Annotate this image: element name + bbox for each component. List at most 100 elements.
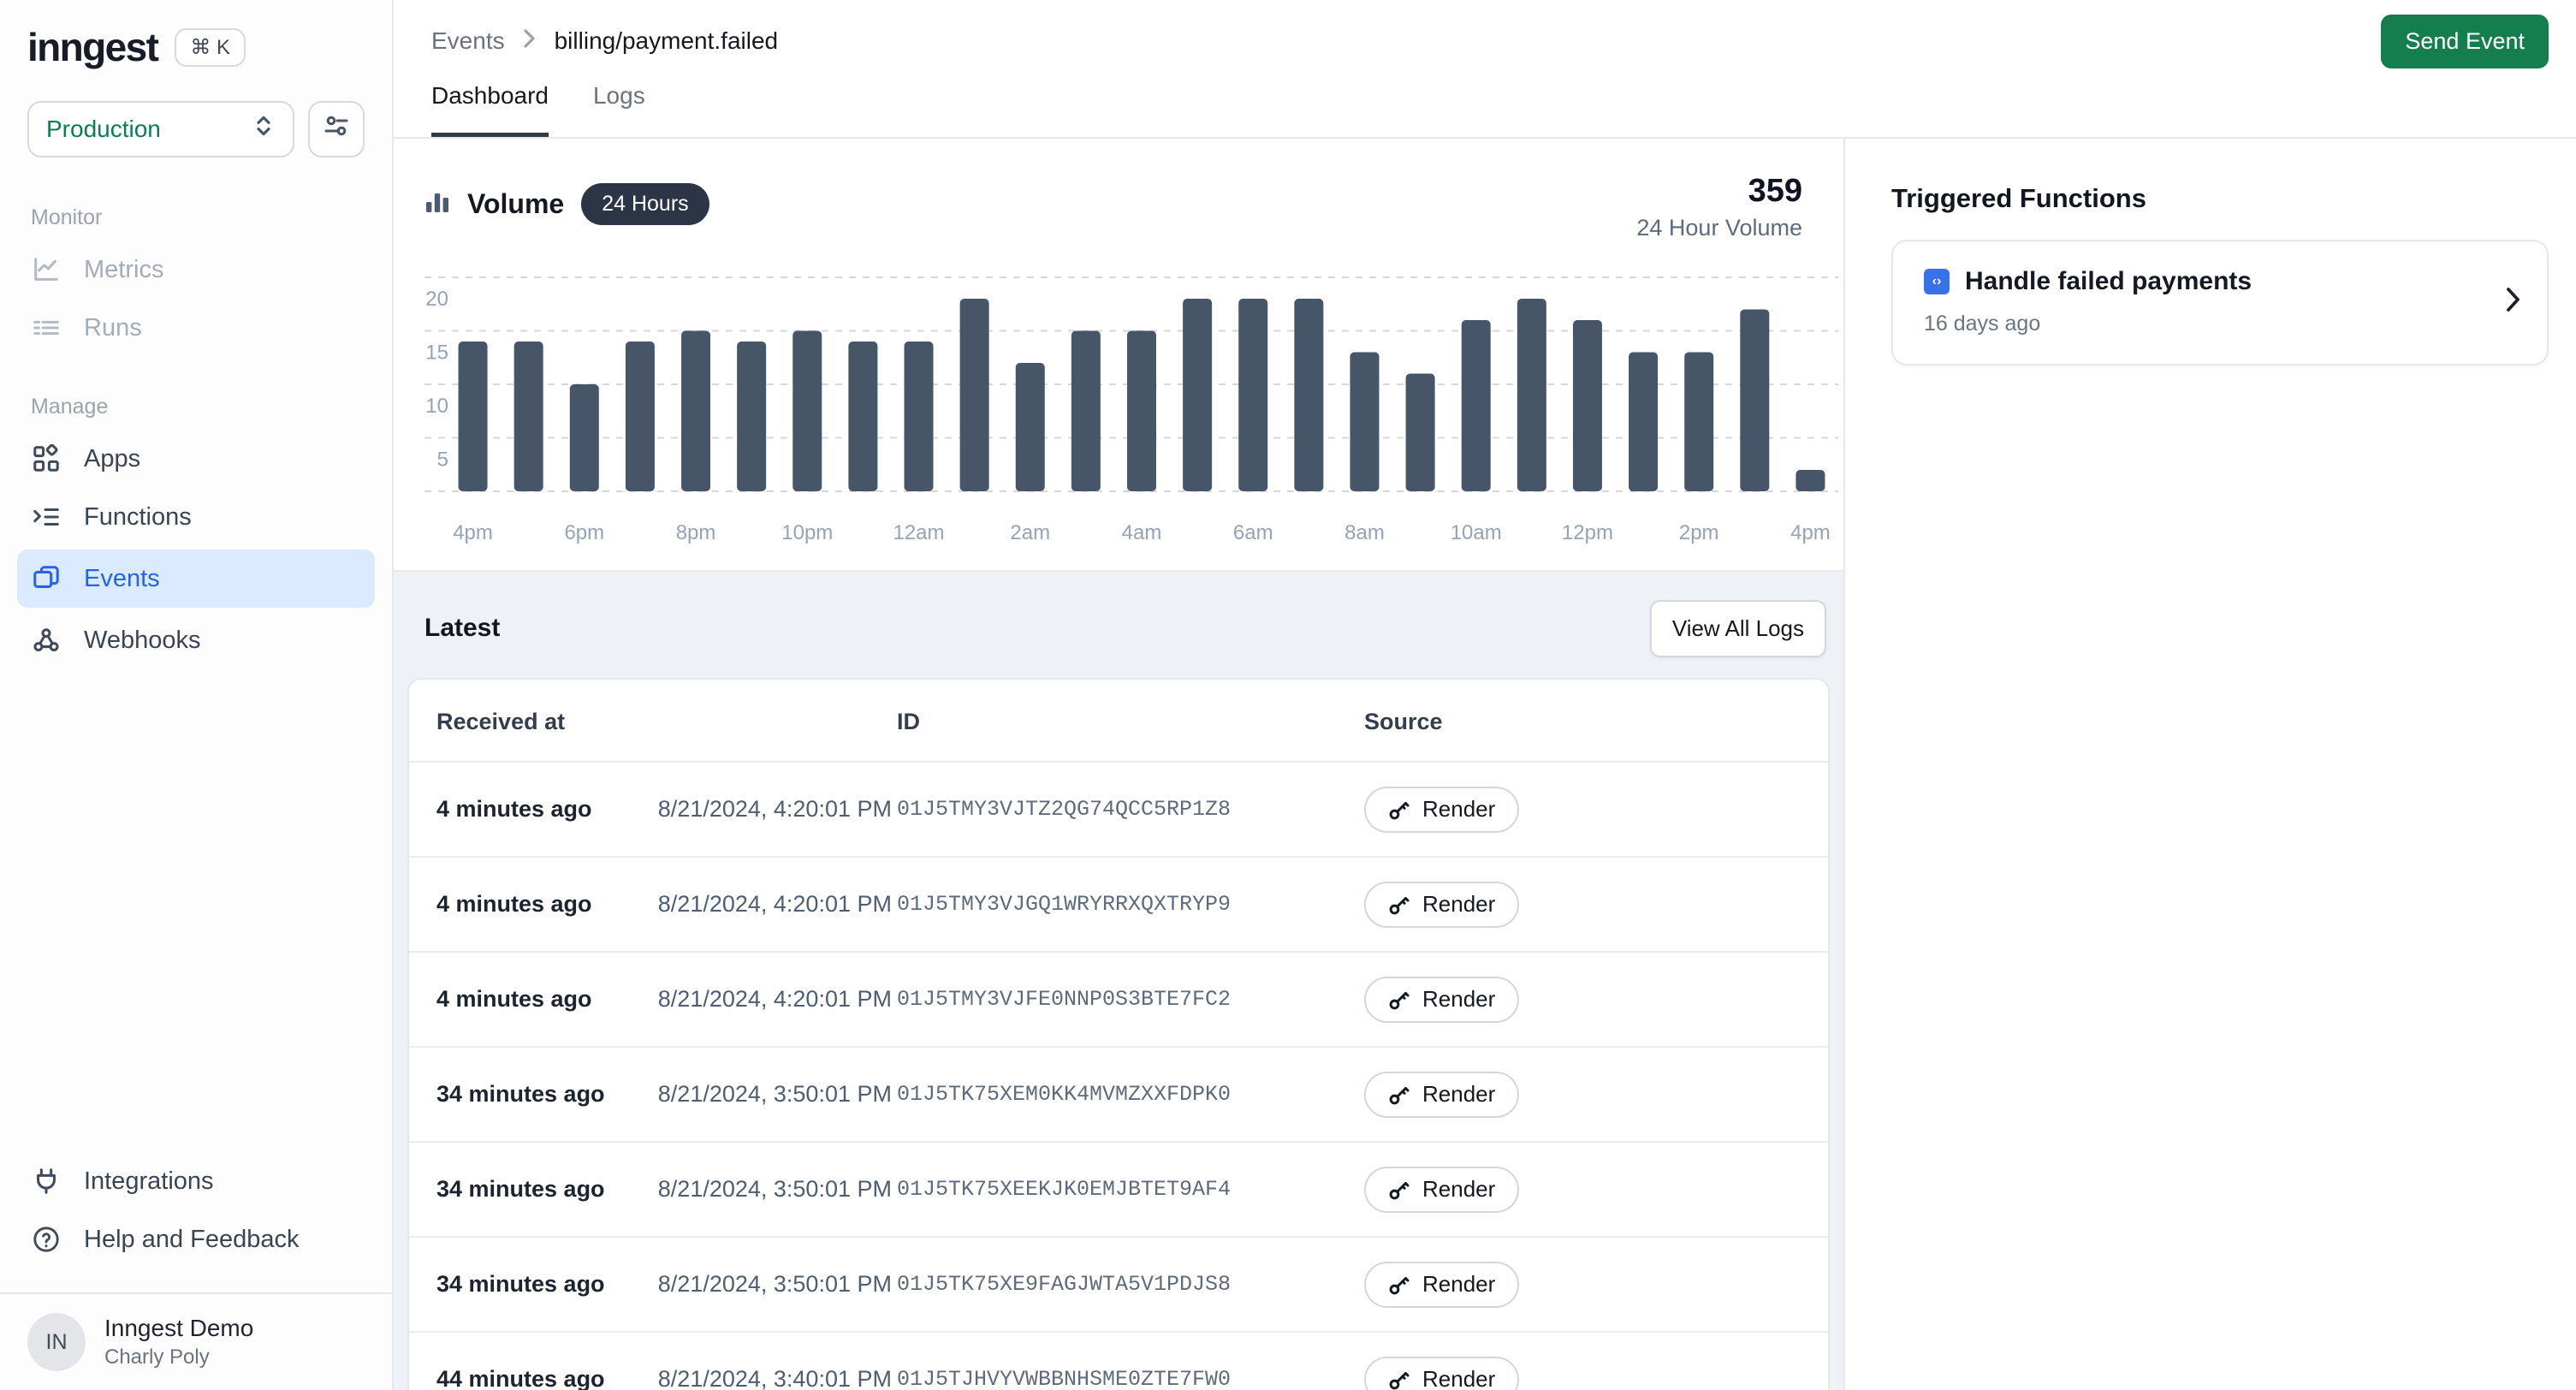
tab-dashboard[interactable]: Dashboard (431, 82, 549, 137)
nav-section-monitor: Monitor (31, 205, 392, 230)
svg-text:12pm: 12pm (1562, 521, 1613, 544)
column-received-at: Received at (436, 709, 645, 735)
svg-text:5: 5 (437, 448, 448, 472)
key-icon (1388, 1274, 1410, 1296)
sidebar-item-label: Metrics (84, 256, 163, 284)
user-menu[interactable]: IN Inngest Demo Charly Poly (0, 1292, 392, 1390)
received-relative: 4 minutes ago (436, 891, 645, 918)
event-id: 01J5TMY3VJGQ1WRYRRXQXTRYP9 (892, 892, 1364, 917)
events-table: Received at ID Source 4 minutes ago 8/21… (407, 678, 1830, 1390)
command-k-shortcut[interactable]: ⌘ K (175, 28, 246, 67)
events-icon (31, 563, 62, 594)
source-badge: Render (1364, 1357, 1519, 1390)
event-id: 01J5TMY3VJFE0NNP0S3BTE7FC2 (892, 987, 1364, 1012)
sidebar-item-label: Integrations (84, 1167, 214, 1196)
table-row[interactable]: 34 minutes ago 8/21/2024, 3:50:01 PM 01J… (409, 1046, 1828, 1141)
sidebar-item-help[interactable]: Help and Feedback (0, 1210, 392, 1268)
sidebar-item-label: Help and Feedback (84, 1226, 300, 1254)
help-icon (31, 1224, 62, 1255)
svg-text:2pm: 2pm (1679, 521, 1719, 544)
triggered-function-card[interactable]: ‹› Handle failed payments 16 days ago (1891, 240, 2549, 365)
received-datetime: 8/21/2024, 3:50:01 PM (645, 1271, 892, 1298)
volume-total-label: 24 Hour Volume (1636, 215, 1802, 241)
breadcrumb-page-title: billing/payment.failed (555, 27, 779, 55)
sidebar-item-apps[interactable]: Apps (0, 430, 392, 488)
table-row[interactable]: 34 minutes ago 8/21/2024, 3:50:01 PM 01J… (409, 1141, 1828, 1236)
svg-text:15: 15 (425, 342, 448, 365)
breadcrumb-events-link[interactable]: Events (431, 27, 505, 55)
svg-text:6am: 6am (1233, 521, 1273, 544)
sidebar-nav: Monitor Metrics Runs Manage (0, 157, 392, 1152)
event-id: 01J5TMY3VJTZ2QG74QCC5RP1Z8 (892, 797, 1364, 822)
table-row[interactable]: 44 minutes ago 8/21/2024, 3:40:01 PM 01J… (409, 1331, 1828, 1390)
volume-chart: 51015204pm6pm8pm10pm12am2am4am6am8am10am… (424, 258, 1845, 563)
time-range-badge[interactable]: 24 Hours (581, 183, 709, 225)
sidebar-item-integrations[interactable]: Integrations (0, 1152, 392, 1210)
sidebar-item-label: Events (84, 565, 160, 593)
received-relative: 44 minutes ago (436, 1366, 645, 1390)
chevron-up-down-icon (252, 112, 276, 146)
sidebar-item-label: Apps (84, 445, 140, 473)
source-badge: Render (1364, 977, 1519, 1023)
received-datetime: 8/21/2024, 3:50:01 PM (645, 1081, 892, 1108)
received-datetime: 8/21/2024, 3:50:01 PM (645, 1176, 892, 1203)
nav-section-manage: Manage (31, 395, 392, 419)
view-all-logs-button[interactable]: View All Logs (1650, 600, 1826, 657)
svg-text:4pm: 4pm (1790, 521, 1831, 544)
triggered-functions-panel: Triggered Functions ‹› Handle failed pay… (1845, 139, 2576, 1390)
environment-select[interactable]: Production (27, 101, 294, 157)
inngest-logo: inngest (27, 24, 157, 70)
source-badge: Render (1364, 787, 1519, 833)
environment-label: Production (46, 116, 161, 143)
table-row[interactable]: 4 minutes ago 8/21/2024, 4:20:01 PM 01J5… (409, 761, 1828, 856)
volume-total: 359 (1636, 173, 1802, 210)
metrics-icon (31, 254, 62, 285)
sidebar-item-label: Runs (84, 314, 142, 342)
sidebar-item-label: Webhooks (84, 627, 201, 655)
sidebar-item-label: Functions (84, 503, 192, 532)
topbar: Events billing/payment.failed Send Event (394, 0, 2576, 82)
source-badge: Render (1364, 1167, 1519, 1213)
sidebar-item-runs[interactable]: Runs (0, 299, 392, 357)
key-icon (1388, 894, 1410, 916)
function-name: Handle failed payments (1965, 267, 2252, 296)
tab-logs[interactable]: Logs (593, 82, 645, 137)
event-dashboard-panel: Volume 24 Hours 359 24 Hour Volume 51015… (394, 139, 1845, 1390)
sidebar-footer: Integrations Help and Feedback IN Innges… (0, 1152, 392, 1390)
svg-text:10: 10 (425, 395, 448, 418)
received-datetime: 8/21/2024, 4:20:01 PM (645, 796, 892, 823)
app-window: inngest ⌘ K Production (0, 0, 2576, 1390)
key-icon (1388, 1369, 1410, 1390)
latest-title: Latest (424, 614, 500, 643)
sidebar-item-metrics[interactable]: Metrics (0, 241, 392, 299)
main-area: Events billing/payment.failed Send Event… (394, 0, 2576, 1390)
received-datetime: 8/21/2024, 4:20:01 PM (645, 891, 892, 918)
table-row[interactable]: 4 minutes ago 8/21/2024, 4:20:01 PM 01J5… (409, 951, 1828, 1046)
chevron-right-icon (2506, 287, 2521, 319)
functions-icon (31, 502, 62, 532)
apps-icon (31, 443, 62, 474)
latest-section: Latest View All Logs Received at ID Sour… (394, 570, 1843, 1390)
table-row[interactable]: 34 minutes ago 8/21/2024, 3:50:01 PM 01J… (409, 1236, 1828, 1331)
sidebar-item-webhooks[interactable]: Webhooks (0, 611, 392, 669)
send-event-button[interactable]: Send Event (2381, 15, 2549, 68)
table-header-row: Received at ID Source (409, 680, 1828, 761)
user-name: Charly Poly (104, 1345, 253, 1369)
tabbar: Dashboard Logs (394, 82, 2576, 139)
environment-settings-button[interactable] (308, 101, 365, 157)
sidebar-item-events[interactable]: Events (17, 549, 375, 608)
source-badge: Render (1364, 1262, 1519, 1308)
column-source: Source (1364, 709, 1801, 735)
event-id: 01J5TJHVYVWBBNHSME0ZTE7FW0 (892, 1367, 1364, 1390)
column-id: ID (892, 709, 1364, 735)
table-row[interactable]: 4 minutes ago 8/21/2024, 4:20:01 PM 01J5… (409, 856, 1828, 951)
runs-icon (31, 312, 62, 343)
sidebar-item-functions[interactable]: Functions (0, 488, 392, 546)
breadcrumb: Events billing/payment.failed (431, 27, 778, 55)
received-relative: 34 minutes ago (436, 1081, 645, 1108)
event-id: 01J5TK75XE9FAGJWTA5V1PDJS8 (892, 1272, 1364, 1297)
key-icon (1388, 1179, 1410, 1201)
webhooks-icon (31, 625, 62, 656)
source-badge: Render (1364, 1072, 1519, 1118)
received-relative: 4 minutes ago (436, 986, 645, 1013)
